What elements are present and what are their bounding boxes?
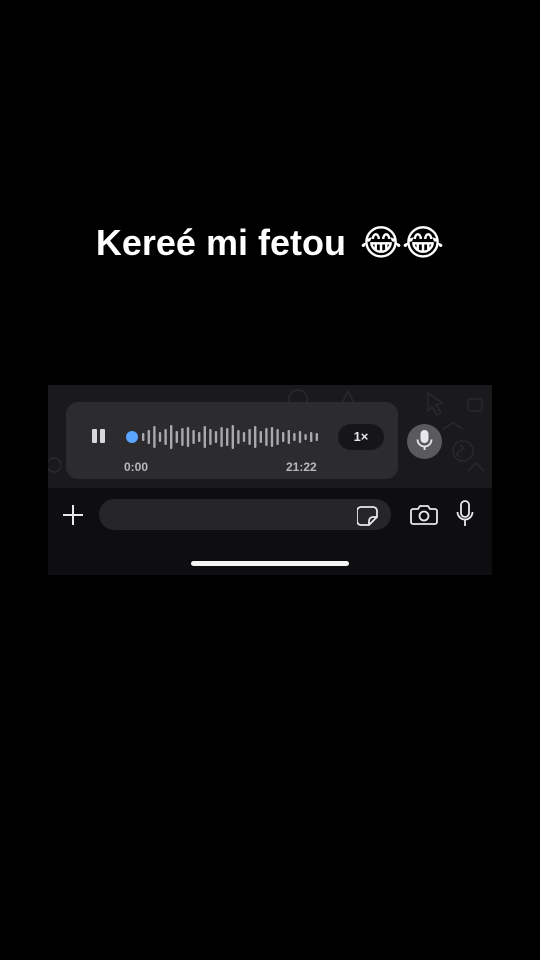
- waveform-bar: [203, 426, 206, 448]
- waveform-bar: [181, 428, 184, 446]
- waveform-bar: [164, 429, 167, 445]
- waveform-bar: [231, 425, 234, 449]
- camera-icon[interactable]: [410, 503, 438, 527]
- pause-icon-bar: [100, 429, 105, 443]
- caption-label: Kereé mi fetou: [95, 222, 346, 263]
- waveform-bar: [237, 430, 240, 444]
- pause-button[interactable]: [92, 429, 108, 445]
- playback-scrubber[interactable]: [126, 431, 138, 443]
- waveform-bar: [270, 427, 274, 447]
- waveform-bar: [220, 427, 223, 447]
- total-duration: 21:22: [286, 460, 317, 474]
- waveform-bar: [248, 429, 251, 445]
- waveform-bar: [214, 431, 218, 443]
- waveform[interactable]: [128, 422, 318, 452]
- waveform-bar: [147, 430, 150, 444]
- voice-message-bubble: 0:00 21:22 1×: [66, 402, 398, 479]
- waveform-bar: [298, 431, 302, 443]
- waveform-bar: [158, 432, 162, 442]
- pause-icon: [92, 429, 97, 443]
- waveform-bar: [209, 429, 212, 445]
- waveform-bar: [265, 428, 268, 446]
- waveform-bar: [310, 432, 313, 442]
- chat-area: 0:00 21:22 1×: [48, 385, 492, 488]
- message-input-bar: [48, 488, 492, 575]
- waveform-bar: [304, 434, 307, 440]
- waveform-bar: [170, 425, 173, 449]
- playback-speed-button[interactable]: 1×: [338, 424, 384, 450]
- waveform-bar: [198, 432, 201, 442]
- waveform-bar: [242, 432, 246, 442]
- waveform-bar: [142, 433, 145, 441]
- waveform-bar: [293, 433, 296, 441]
- microphone-icon[interactable]: [456, 500, 474, 528]
- waveform-bar: [186, 427, 190, 447]
- caption-emoji: 😂😂: [359, 222, 445, 263]
- chat-screenshot: 0:00 21:22 1×: [48, 385, 492, 575]
- microphone-icon: [416, 430, 433, 450]
- message-input[interactable]: [99, 499, 391, 530]
- waveform-bar: [153, 426, 156, 448]
- caption-text: Kereé mi fetou 😂😂: [0, 222, 540, 264]
- waveform-bar: [282, 432, 285, 442]
- waveform-bar: [315, 433, 318, 441]
- waveform-bar: [259, 431, 262, 443]
- waveform-bar: [287, 430, 290, 444]
- sticker-icon[interactable]: [357, 505, 379, 527]
- voice-avatar-mic: [407, 424, 442, 459]
- waveform-bar: [254, 426, 257, 448]
- waveform-bar: [175, 431, 178, 443]
- home-indicator: [191, 561, 349, 566]
- elapsed-time: 0:00: [124, 460, 149, 474]
- waveform-bar: [192, 430, 195, 444]
- waveform-bar: [226, 428, 229, 446]
- waveform-bar: [276, 429, 279, 445]
- plus-icon[interactable]: [61, 503, 85, 527]
